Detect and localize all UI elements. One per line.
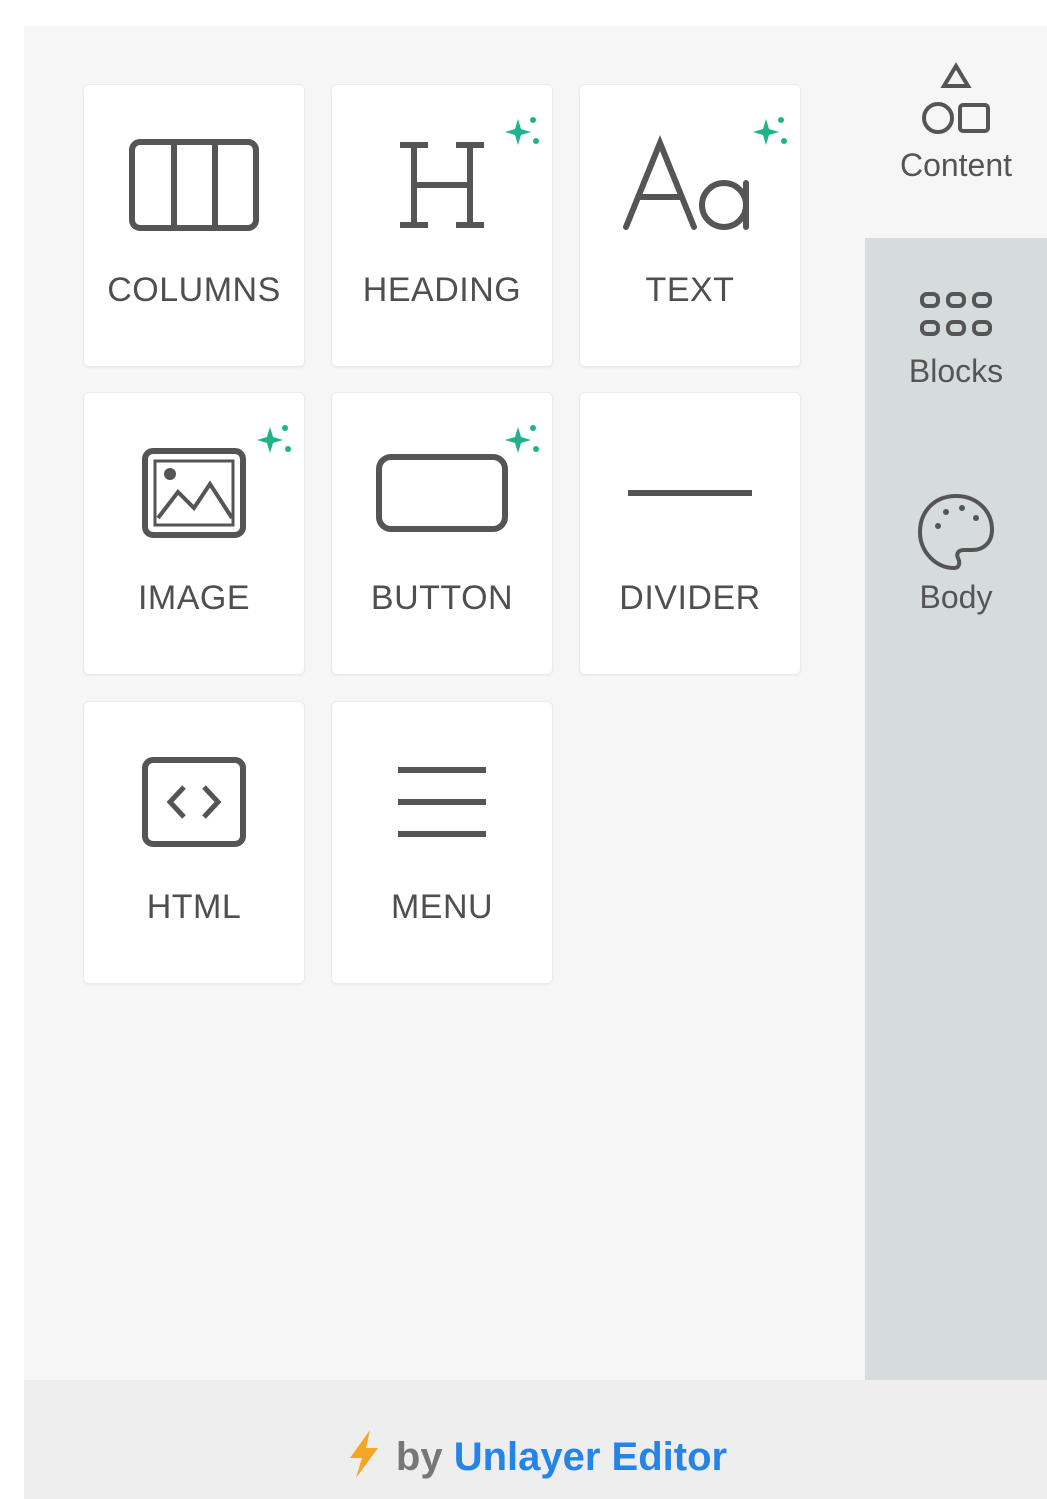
tab-label: Body	[919, 579, 993, 615]
ai-sparkle-icon	[753, 117, 787, 145]
tab-label: Content	[899, 147, 1013, 183]
shapes-icon	[922, 62, 990, 134]
tile-label: HTML	[146, 888, 242, 926]
tile-divider[interactable]: DIVIDER	[579, 392, 801, 675]
tile-label: IMAGE	[137, 579, 251, 617]
lightning-icon	[349, 1430, 378, 1478]
blocks-grid-icon	[920, 292, 992, 336]
tile-text[interactable]: TEXT	[579, 84, 801, 367]
tab-blocks[interactable]: Blocks	[865, 288, 1047, 390]
tab-label: Blocks	[908, 353, 1004, 389]
divider-icon	[580, 433, 800, 553]
tile-label: DIVIDER	[619, 579, 761, 617]
sidebar-tabs	[865, 238, 1047, 1383]
columns-icon	[84, 125, 304, 245]
footer-by: by	[395, 1435, 443, 1479]
tile-label: MENU	[390, 888, 494, 926]
tile-label: TEXT	[645, 271, 735, 309]
editor-panel: COLUMNS HEADING TEXT IMAGE BUTTON DIVIDE…	[24, 26, 1047, 1499]
menu-icon	[332, 742, 552, 862]
tile-menu[interactable]: MENU	[331, 701, 553, 984]
tab-body[interactable]: Body	[865, 490, 1047, 616]
ai-sparkle-icon	[505, 425, 539, 453]
html-icon	[84, 742, 304, 862]
tab-content[interactable]: Content	[865, 62, 1047, 184]
tile-heading[interactable]: HEADING	[331, 84, 553, 367]
tile-label: COLUMNS	[107, 271, 281, 309]
tile-html[interactable]: HTML	[83, 701, 305, 984]
tile-image[interactable]: IMAGE	[83, 392, 305, 675]
footer-credit: by Unlayer Editor	[24, 1380, 1047, 1499]
tile-button[interactable]: BUTTON	[331, 392, 553, 675]
unlayer-editor-link[interactable]: Unlayer Editor	[454, 1435, 727, 1479]
tile-label: HEADING	[362, 271, 522, 309]
tile-columns[interactable]: COLUMNS	[83, 84, 305, 367]
tile-label: BUTTON	[370, 579, 514, 617]
ai-sparkle-icon	[505, 117, 539, 145]
ai-sparkle-icon	[257, 425, 291, 453]
palette-icon	[917, 493, 995, 571]
